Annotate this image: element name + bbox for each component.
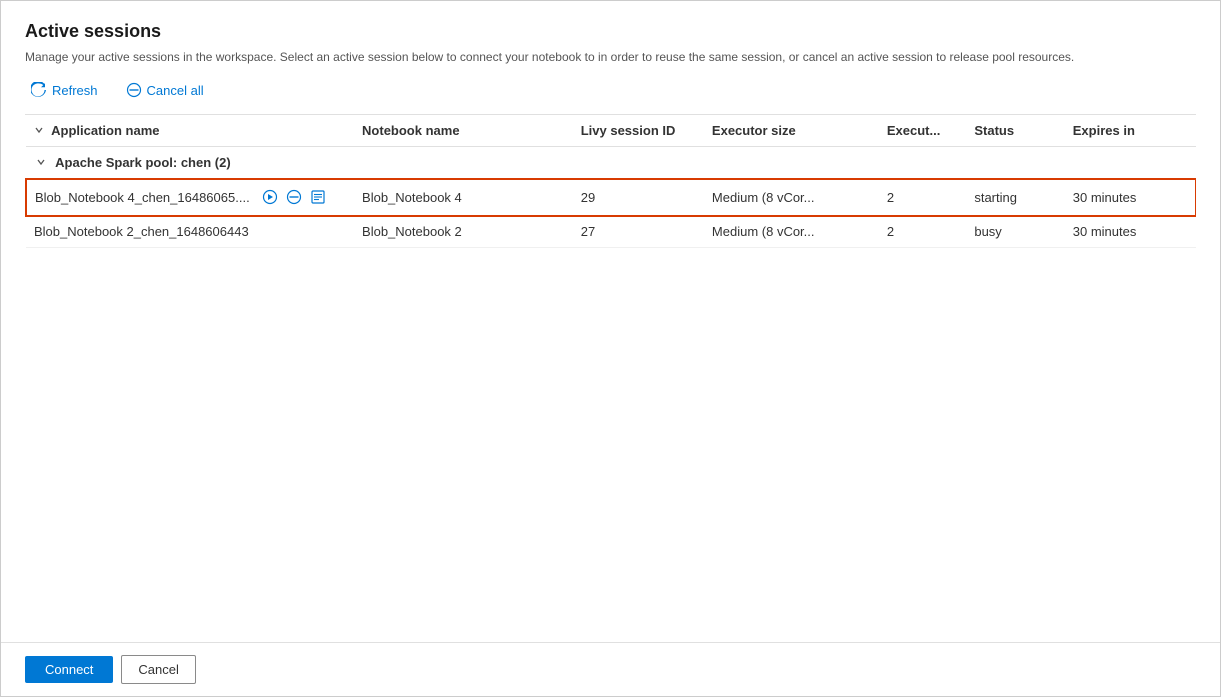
- cell-app-name: Blob_Notebook 4_chen_16486065....: [26, 179, 354, 216]
- sessions-table-wrapper: Application name Notebook name Livy sess…: [25, 115, 1196, 642]
- cell-expires-in: 30 minutes: [1065, 216, 1196, 248]
- cell-livy-session-id: 27: [573, 216, 704, 248]
- col-header-status: Status: [966, 115, 1064, 147]
- cell-notebook-name: Blob_Notebook 2: [354, 216, 573, 248]
- toolbar: Refresh Cancel all: [25, 78, 1196, 102]
- table-row[interactable]: Blob_Notebook 2_chen_1648606443 Blob_Not…: [26, 216, 1196, 248]
- status-badge: starting: [974, 190, 1017, 205]
- cell-executor-size: Medium (8 vCor...: [704, 179, 879, 216]
- col-header-notebook-name: Notebook name: [354, 115, 573, 147]
- cell-status: starting: [966, 179, 1064, 216]
- refresh-icon: [31, 82, 47, 98]
- app-name-text: Blob_Notebook 4_chen_16486065....: [35, 190, 250, 205]
- cell-executor-size: Medium (8 vCor...: [704, 216, 879, 248]
- cell-app-name: Blob_Notebook 2_chen_1648606443: [26, 216, 354, 248]
- connect-button[interactable]: Connect: [25, 656, 113, 683]
- connect-session-icon[interactable]: [260, 187, 280, 207]
- status-badge: busy: [974, 224, 1001, 239]
- app-name-text: Blob_Notebook 2_chen_1648606443: [34, 224, 249, 239]
- row-actions: [260, 187, 328, 207]
- cell-livy-session-id: 29: [573, 179, 704, 216]
- refresh-button[interactable]: Refresh: [25, 78, 104, 102]
- group-header-cell: Apache Spark pool: chen (2): [26, 147, 1196, 179]
- refresh-label: Refresh: [52, 83, 98, 98]
- cancel-all-label: Cancel all: [147, 83, 204, 98]
- cell-expires-in: 30 minutes: [1065, 179, 1196, 216]
- footer: Connect Cancel: [1, 642, 1220, 696]
- page-description: Manage your active sessions in the works…: [25, 48, 1196, 66]
- view-logs-icon[interactable]: [308, 187, 328, 207]
- col-header-executor-count: Execut...: [879, 115, 966, 147]
- col-header-expires-in: Expires in: [1065, 115, 1196, 147]
- group-chevron-icon[interactable]: [34, 155, 48, 169]
- cell-status: busy: [966, 216, 1064, 248]
- table-row[interactable]: Blob_Notebook 4_chen_16486065....: [26, 179, 1196, 216]
- group-header-row: Apache Spark pool: chen (2): [26, 147, 1196, 179]
- cancel-button[interactable]: Cancel: [121, 655, 195, 684]
- table-header-row: Application name Notebook name Livy sess…: [26, 115, 1196, 147]
- col-header-app-name: Application name: [26, 115, 354, 147]
- cancel-all-icon: [126, 82, 142, 98]
- cell-executor-count: 2: [879, 216, 966, 248]
- page-title: Active sessions: [25, 21, 1196, 42]
- col-header-executor-size: Executor size: [704, 115, 879, 147]
- col-expand-icon[interactable]: [34, 125, 44, 135]
- sessions-table: Application name Notebook name Livy sess…: [25, 115, 1196, 248]
- col-header-livy-session-id: Livy session ID: [573, 115, 704, 147]
- cancel-session-icon[interactable]: [284, 187, 304, 207]
- cell-executor-count: 2: [879, 179, 966, 216]
- cancel-all-button[interactable]: Cancel all: [120, 78, 210, 102]
- cell-notebook-name: Blob_Notebook 4: [354, 179, 573, 216]
